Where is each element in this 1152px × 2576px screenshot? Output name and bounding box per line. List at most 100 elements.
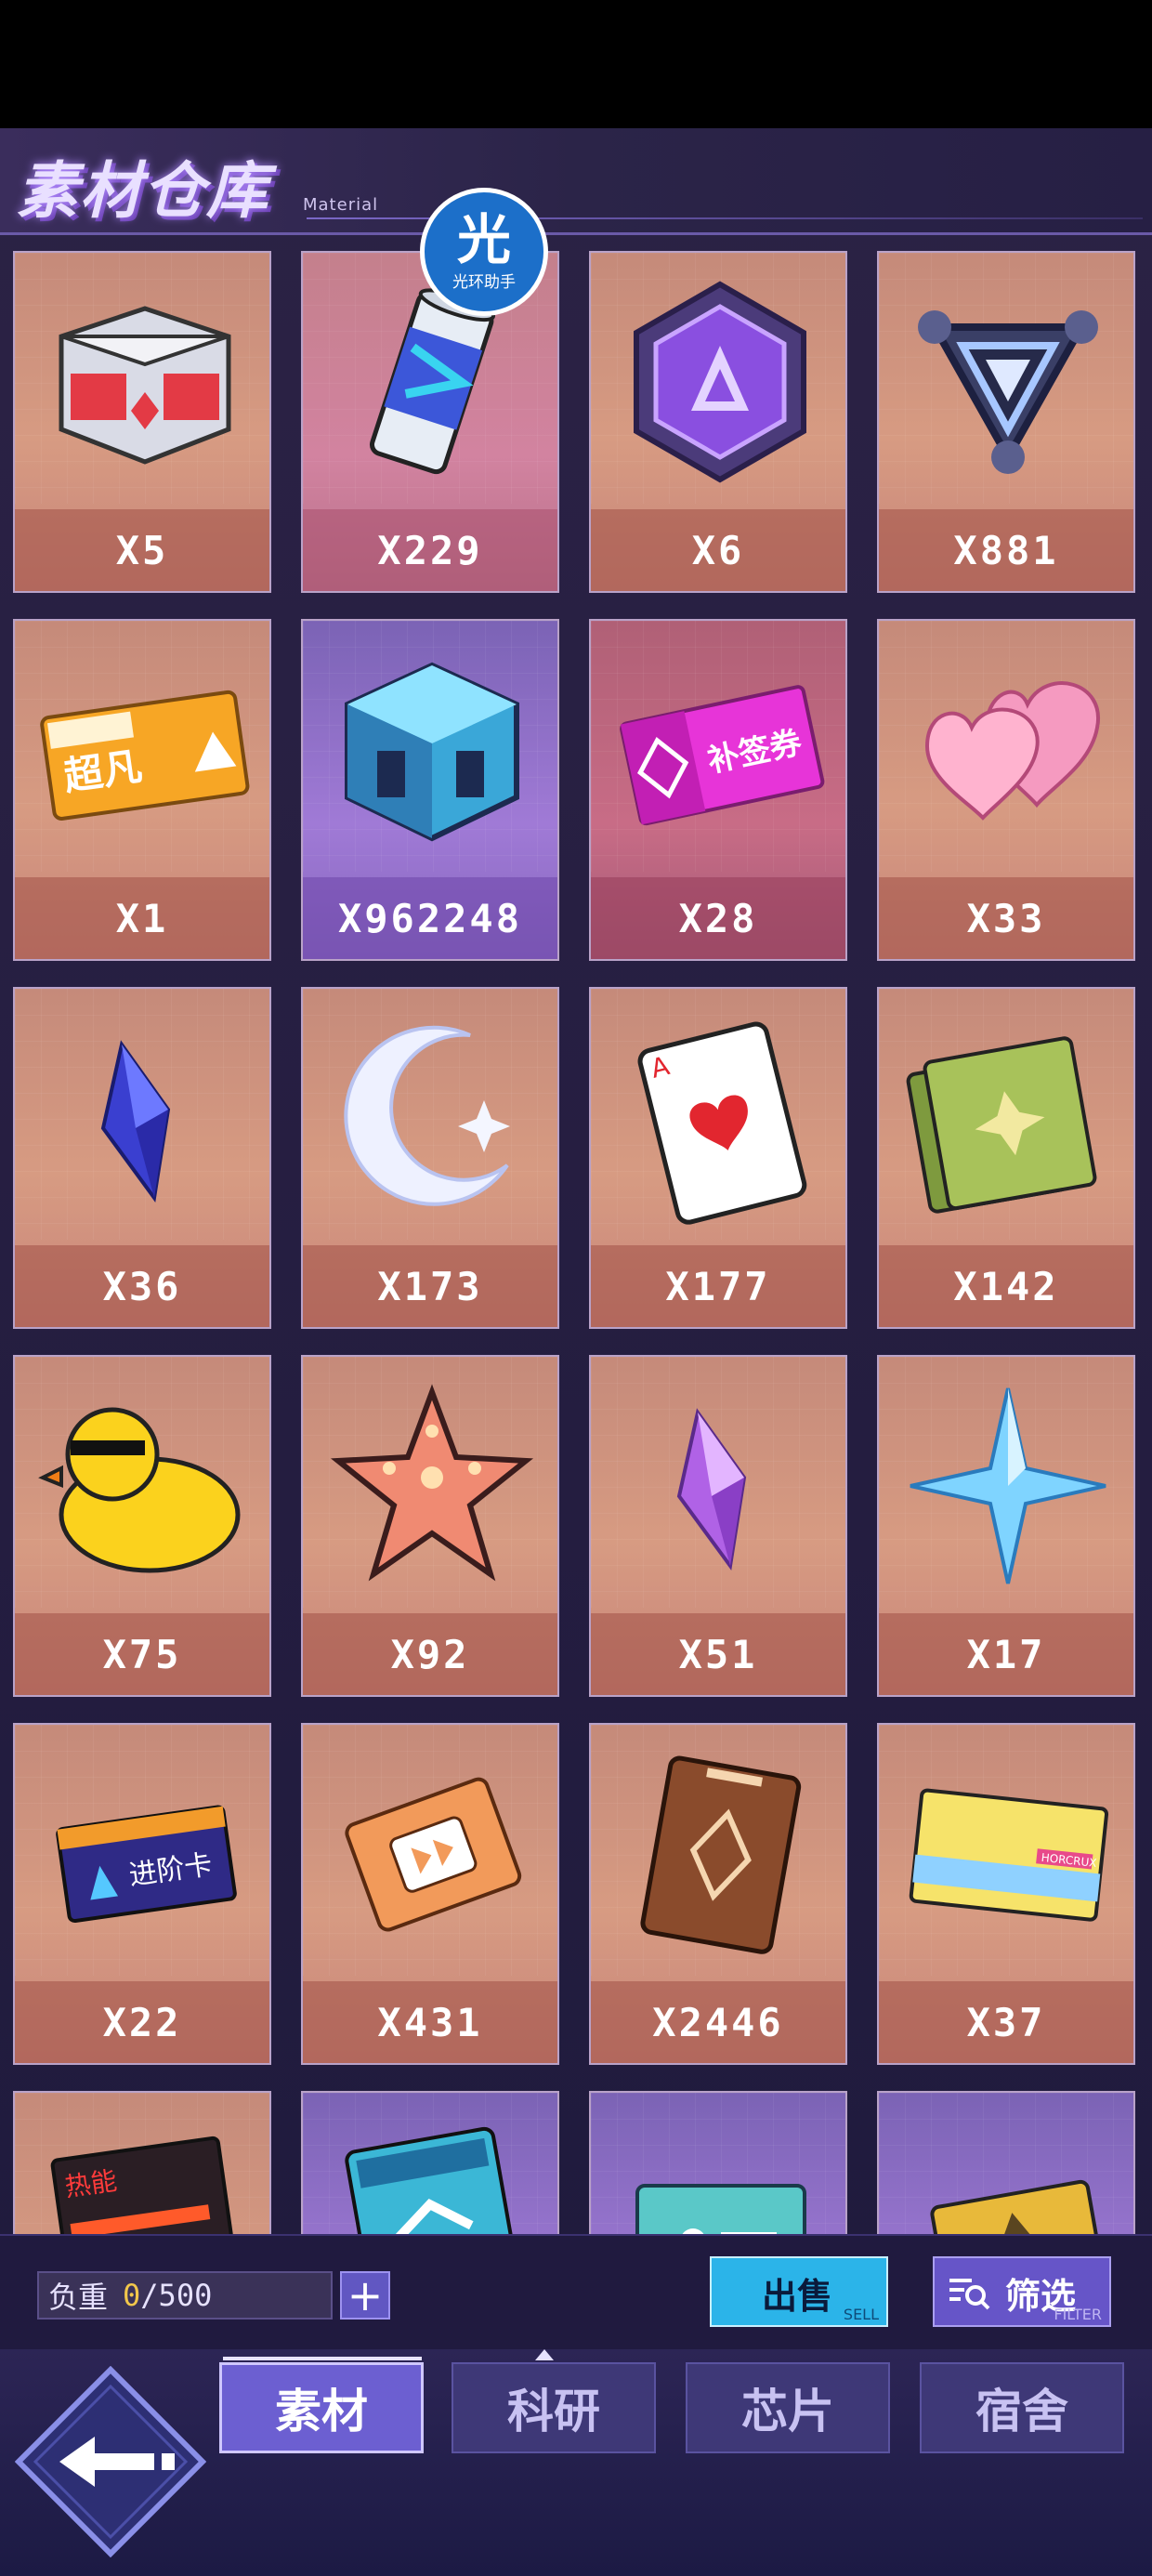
item-count: X229 [377, 527, 483, 573]
tab-research[interactable]: 科研 [452, 2362, 656, 2453]
item-count-bar: X431 [303, 1981, 557, 2063]
sell-button[interactable]: 出售 SELL [710, 2256, 888, 2327]
item-card[interactable]: X5 [13, 251, 271, 593]
item-count-bar: X92 [303, 1613, 557, 1695]
tab-dormitory[interactable]: 宿舍 [920, 2362, 1124, 2453]
item-card[interactable]: HORCRUX X37 [877, 1723, 1135, 2065]
supply-crate-icon [59, 306, 231, 465]
item-card[interactable]: X962248 [301, 619, 559, 961]
item-count: X6 [691, 527, 745, 573]
expand-capacity-button[interactable]: + [340, 2271, 390, 2320]
horcrux-ticket-icon: HORCRUX [909, 1788, 1109, 1922]
item-count-bar: X6 [591, 509, 845, 591]
item-count: X881 [953, 527, 1059, 573]
item-count: X33 [966, 895, 1046, 941]
item-card[interactable]: X881 [877, 251, 1135, 593]
filter-button[interactable]: 筛选 FILTER [933, 2256, 1111, 2327]
back-arrow-icon[interactable] [15, 2366, 206, 2557]
item-card[interactable]: X6 [589, 251, 847, 593]
item-count-bar: X962248 [303, 877, 557, 959]
crescent-moon-icon [344, 1025, 510, 1206]
tab-indicator-arrow [535, 2349, 554, 2360]
weight-capacity: 负重 0 /500 [37, 2271, 333, 2320]
item-count: X37 [966, 1999, 1046, 2045]
pink-hearts-icon [924, 681, 1101, 821]
tab-chips[interactable]: 芯片 [686, 2362, 890, 2453]
item-count: X36 [102, 1263, 182, 1309]
item-card[interactable]: 超凡 X1 [13, 619, 271, 961]
item-card[interactable]: X75 [13, 1355, 271, 1697]
tab-materials[interactable]: 素材 [219, 2362, 424, 2453]
watermark-badge: 光 光环助手 [420, 188, 548, 316]
item-count: X5 [115, 527, 169, 573]
search-filter-icon [949, 2279, 990, 2310]
access-card-icon: 进阶卡 [56, 1805, 237, 1924]
purple-crystal-icon [676, 1408, 747, 1571]
item-count-bar: X177 [591, 1245, 845, 1327]
purple-hexagon-badge-icon [634, 281, 806, 483]
sell-label: 出售 [762, 2276, 833, 2317]
tab-indicator [223, 2349, 554, 2360]
item-count: X51 [678, 1631, 758, 1677]
item-count: X28 [678, 895, 758, 941]
sell-sublabel: SELL [843, 2306, 879, 2323]
item-count: X92 [390, 1631, 470, 1677]
item-count: X177 [665, 1263, 771, 1309]
item-card[interactable]: 补签券 X28 [589, 619, 847, 961]
item-count-bar: X881 [879, 509, 1133, 591]
rubber-duck-icon [38, 1407, 241, 1573]
item-card[interactable]: X51 [589, 1355, 847, 1697]
watermark-text: 光环助手 [452, 272, 516, 292]
item-count: X962248 [337, 895, 522, 941]
item-count: X17 [966, 1631, 1046, 1677]
green-card-stack-icon [906, 1036, 1097, 1214]
page-title: 素材仓库 [17, 155, 269, 227]
orange-chip-card-icon [345, 1777, 522, 1932]
item-card[interactable]: X431 [301, 1723, 559, 2065]
page-subtitle: Material [303, 195, 379, 215]
makeup-ticket-icon: 补签券 [620, 685, 825, 826]
item-count-bar: X173 [303, 1245, 557, 1327]
item-card[interactable]: X36 [13, 987, 271, 1329]
item-count: X2446 [652, 1999, 784, 2045]
material-warehouse-panel: 素材仓库 Material X5 X229 X6 X881 超凡 X1 X962248 补签券… [0, 128, 1152, 2576]
item-count: X22 [102, 1999, 182, 2045]
item-count-bar: X229 [303, 509, 557, 591]
item-card[interactable]: X33 [877, 619, 1135, 961]
item-count: X142 [953, 1263, 1059, 1309]
item-count-bar: X17 [879, 1613, 1133, 1695]
item-count-bar: X75 [15, 1613, 269, 1695]
ace-of-hearts-card-icon: A [637, 1021, 807, 1225]
watermark-char: 光 [456, 207, 511, 271]
item-count-bar: X28 [591, 877, 845, 959]
item-count: X1 [115, 895, 169, 941]
item-card[interactable]: X142 [877, 987, 1135, 1329]
status-bar-area [0, 0, 1152, 128]
filter-sublabel: FILTER [1054, 2306, 1102, 2323]
footer-bar: 负重 0 /500 + 出售 SELL 筛选 FILTER [0, 2234, 1152, 2351]
item-count-bar: X142 [879, 1245, 1133, 1327]
item-count-bar: X2446 [591, 1981, 845, 2063]
item-card[interactable]: X92 [301, 1355, 559, 1697]
header: 素材仓库 Material [0, 128, 1152, 235]
item-count: X75 [102, 1631, 182, 1677]
item-count-bar: X36 [15, 1245, 269, 1327]
item-grid: X5 X229 X6 X881 超凡 X1 X962248 补签券 X28 X33 X36 X173 A… [0, 251, 1152, 2362]
item-count: X173 [377, 1263, 483, 1309]
item-card[interactable]: A X177 [589, 987, 847, 1329]
item-card[interactable]: 进阶卡 X22 [13, 1723, 271, 2065]
bottom-nav: 素材 科研 芯片 宿舍 [0, 2349, 1152, 2576]
item-count-bar: X33 [879, 877, 1133, 959]
brown-rune-card-icon [640, 1755, 802, 1954]
item-card[interactable]: X17 [877, 1355, 1135, 1697]
item-count-bar: X22 [15, 1981, 269, 2063]
item-count-bar: X37 [879, 1981, 1133, 2063]
item-card[interactable]: X173 [301, 987, 559, 1329]
weight-label: 负重 [48, 2280, 109, 2315]
item-card[interactable]: X2446 [589, 1723, 847, 2065]
weight-max: /500 [140, 2278, 213, 2313]
blue-star-shard-icon [910, 1387, 1106, 1584]
starfish-icon [330, 1384, 534, 1582]
blue-crystal-icon [100, 1040, 171, 1203]
academy-ticket-icon: 超凡 [40, 690, 250, 821]
